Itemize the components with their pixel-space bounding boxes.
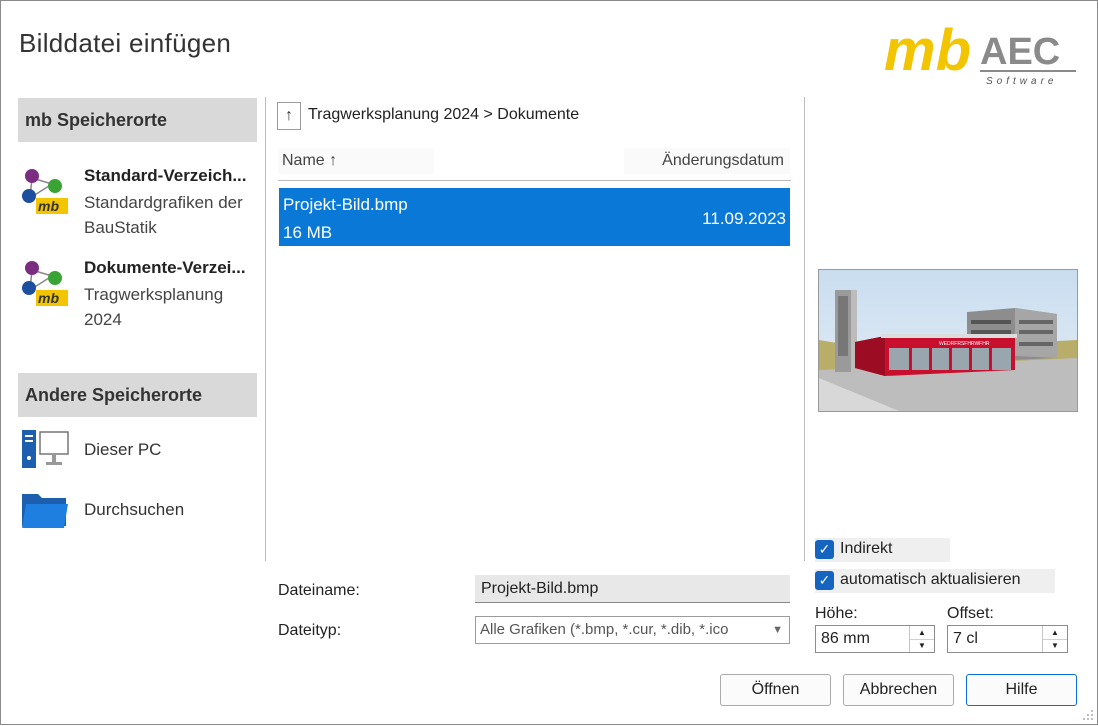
preview-divider (804, 97, 805, 561)
image-preview: WEDRFRSFHRWFHR (818, 269, 1078, 412)
filetype-selected-value: Alle Grafiken (*.bmp, *.cur, *.dib, *.ic… (480, 621, 729, 638)
offset-increase-button[interactable]: ▲ (1043, 626, 1067, 640)
auto-update-checkbox[interactable]: ✓ (815, 571, 834, 590)
file-name: Projekt-Bild.bmp (283, 195, 408, 214)
svg-text:mb: mb (38, 198, 59, 214)
filename-label: Dateiname: (278, 582, 360, 599)
dialog-title: Bilddatei einfügen (19, 28, 232, 58)
height-decrease-button[interactable]: ▼ (910, 639, 934, 652)
chevron-down-icon: ▼ (768, 617, 783, 643)
svg-text:Software: Software (986, 76, 1057, 87)
left-panel-divider (265, 97, 266, 561)
column-header-name[interactable]: Name ↑ (278, 148, 434, 174)
up-folder-button[interactable]: ↑ (277, 102, 301, 130)
mb-logo-icon: mb (20, 166, 70, 216)
location-title: Standard-Verzeich... (84, 166, 247, 185)
resize-grip-icon[interactable] (1080, 707, 1094, 721)
location-documents-directory[interactable]: mb Dokumente-Verzei... Tragwerksplanung … (18, 258, 263, 334)
preview-sign-text: WEDRFRSFHRWFHR (939, 341, 990, 347)
offset-input[interactable] (948, 626, 1044, 652)
breadcrumb[interactable]: Tragwerksplanung 2024 > Dokumente (308, 106, 579, 124)
offset-decrease-button[interactable]: ▼ (1043, 639, 1067, 652)
cancel-button[interactable]: Abbrechen (843, 674, 954, 706)
mb-aec-logo: mb AEC Software (884, 20, 1078, 90)
svg-text:AEC: AEC (980, 31, 1060, 73)
mb-logo-icon: mb (20, 258, 70, 308)
location-browse[interactable]: Durchsuchen (18, 488, 263, 532)
help-button[interactable]: Hilfe (966, 674, 1077, 706)
location-this-pc[interactable]: Dieser PC (18, 428, 263, 472)
file-size: 16 MB (283, 223, 333, 242)
other-locations-header: Andere Speicherorte (18, 373, 257, 417)
file-list-item[interactable]: Projekt-Bild.bmp 16 MB 11.09.2023 (279, 188, 790, 246)
location-label: Dieser PC (84, 440, 162, 459)
height-increase-button[interactable]: ▲ (910, 626, 934, 640)
filetype-label: Dateityp: (278, 622, 342, 639)
auto-update-checkbox-row[interactable]: ✓ automatisch aktualisieren (815, 569, 1055, 593)
auto-update-label: automatisch aktualisieren (840, 571, 1021, 588)
location-label: Durchsuchen (84, 500, 185, 519)
height-stepper[interactable]: ▲ ▼ (815, 625, 935, 653)
offset-label: Offset: (947, 605, 994, 622)
mb-locations-header: mb Speicherorte (18, 98, 257, 142)
filename-input[interactable] (475, 575, 790, 603)
computer-icon (20, 428, 70, 472)
column-header-date[interactable]: Änderungsdatum (624, 148, 790, 174)
list-header-separator (278, 180, 791, 181)
filetype-select[interactable]: Alle Grafiken (*.bmp, *.cur, *.dib, *.ic… (475, 616, 790, 644)
svg-text:mb: mb (884, 20, 971, 83)
location-title: Dokumente-Verzei... (84, 258, 246, 277)
open-button[interactable]: Öffnen (720, 674, 831, 706)
indirekt-label: Indirekt (840, 540, 893, 557)
height-input[interactable] (816, 626, 911, 652)
indirekt-checkbox-row[interactable]: ✓ Indirekt (815, 538, 950, 562)
svg-text:mb: mb (38, 290, 59, 306)
indirekt-checkbox[interactable]: ✓ (815, 540, 834, 559)
location-standard-directory[interactable]: mb Standard-Verzeich... Standardgrafiken… (18, 166, 263, 242)
height-label: Höhe: (815, 605, 858, 622)
location-subtitle: Tragwerksplanung 2024 (84, 285, 224, 329)
offset-stepper[interactable]: ▲ ▼ (947, 625, 1068, 653)
file-date: 11.09.2023 (702, 209, 786, 228)
folder-icon (20, 488, 70, 532)
location-subtitle: Standardgrafiken der BauStatik (84, 193, 243, 237)
